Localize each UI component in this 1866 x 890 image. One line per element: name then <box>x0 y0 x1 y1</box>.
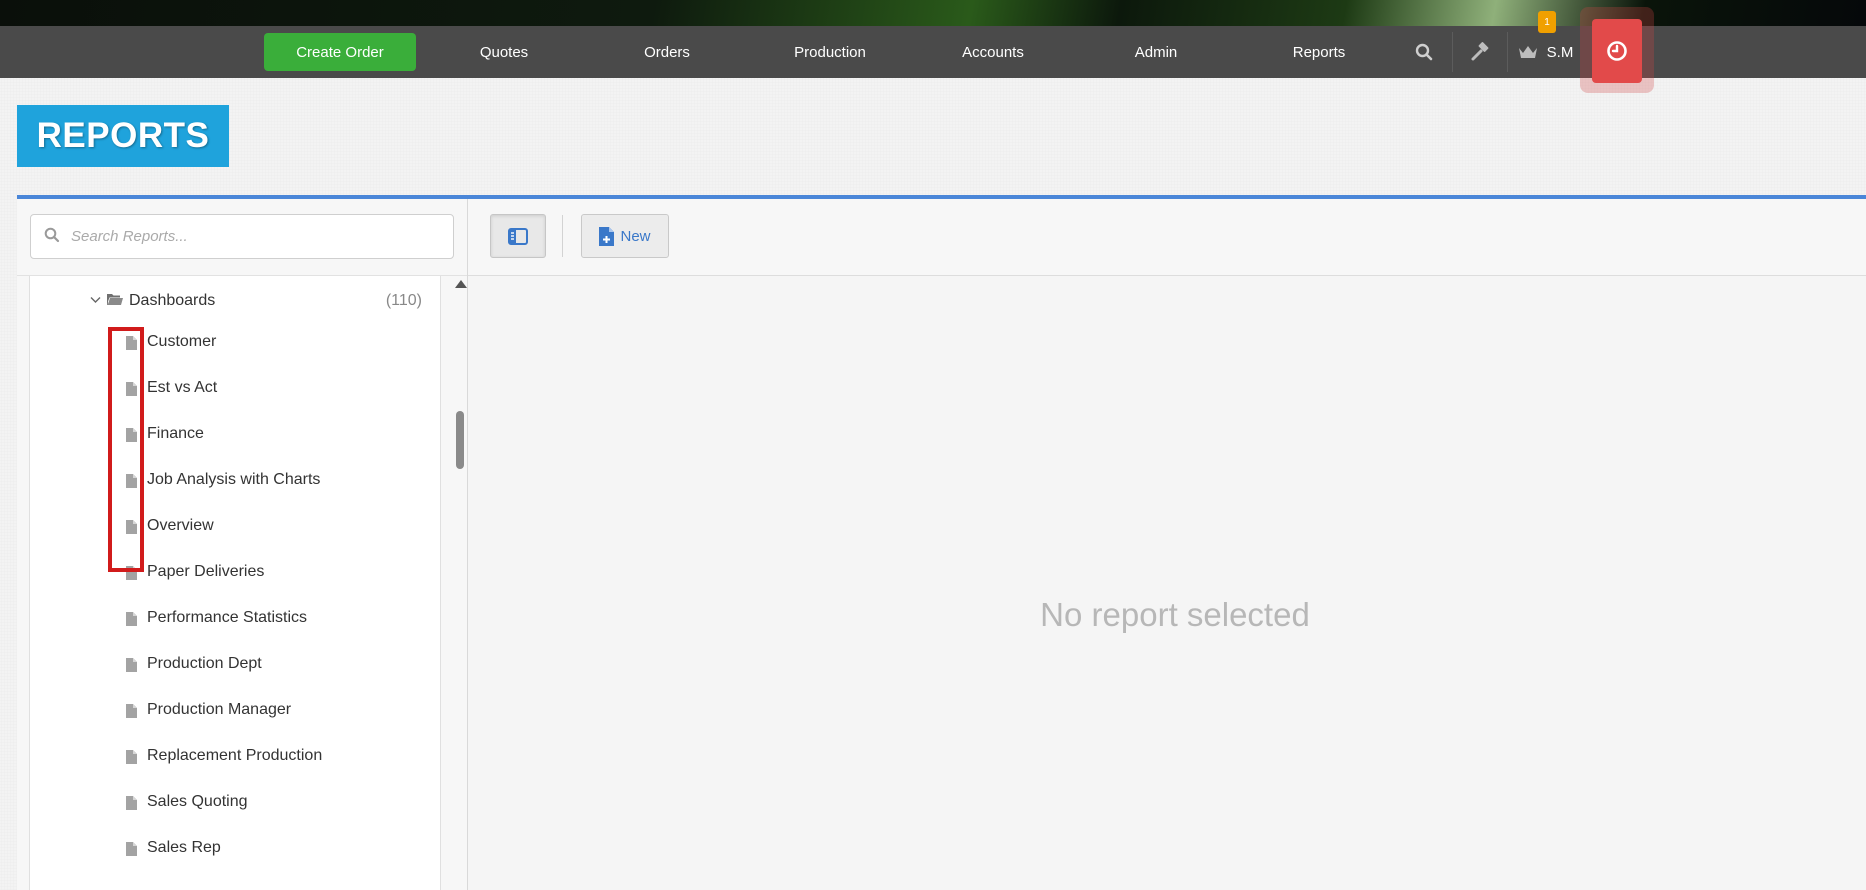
report-item-label: Replacement Production <box>147 747 323 764</box>
reports-toolbar: New <box>468 199 1866 276</box>
report-item-label: Production Manager <box>147 701 292 718</box>
report-item-label: Finance <box>147 425 204 442</box>
file-icon <box>126 474 137 488</box>
page-title: REPORTS <box>17 105 229 167</box>
nav-orders[interactable]: Orders <box>603 26 731 78</box>
report-item-overview[interactable]: Overview <box>30 512 440 542</box>
user-initials: S.M <box>1546 43 1574 61</box>
file-icon <box>126 428 137 442</box>
report-item-label: Sales Quoting <box>147 793 248 810</box>
report-item-label: Overview <box>147 517 214 534</box>
report-item-label: Production Dept <box>147 655 262 672</box>
new-file-icon <box>599 226 615 246</box>
file-icon <box>126 336 137 350</box>
sidebar-toggle-icon <box>508 227 528 245</box>
tree-folder-dashboards[interactable]: Dashboards (110) <box>30 286 440 316</box>
report-item-est-vs-act[interactable]: Est vs Act <box>30 374 440 404</box>
report-item-sales-quoting[interactable]: Sales Quoting <box>30 788 440 818</box>
tree-scrollbar[interactable] <box>453 276 467 890</box>
file-icon <box>126 750 137 764</box>
nav-reports[interactable]: Reports <box>1255 26 1383 78</box>
file-icon <box>126 566 137 580</box>
new-button-label: New <box>620 227 651 245</box>
file-icon <box>126 658 137 672</box>
file-icon <box>126 842 137 856</box>
file-icon <box>126 382 137 396</box>
report-item-sales-rep[interactable]: Sales Rep <box>30 834 440 864</box>
search-reports-input[interactable] <box>69 215 443 258</box>
user-menu[interactable]: S.M <box>1512 26 1578 78</box>
report-item-label: Performance Statistics <box>147 609 308 626</box>
nav-accounts[interactable]: Accounts <box>929 26 1057 78</box>
report-item-production-dept[interactable]: Production Dept <box>30 650 440 680</box>
chevron-down-icon[interactable] <box>90 296 101 304</box>
crown-icon <box>1518 46 1537 58</box>
notification-badge: 1 <box>1538 11 1556 33</box>
nav-separator <box>1507 32 1508 72</box>
report-item-label: Paper Deliveries <box>147 563 265 580</box>
clock-icon <box>1607 41 1627 61</box>
file-icon <box>126 796 137 810</box>
report-item-production-manager[interactable]: Production Manager <box>30 696 440 726</box>
folder-open-icon <box>107 294 123 305</box>
create-order-button[interactable]: Create Order <box>264 33 416 71</box>
scroll-thumb[interactable] <box>456 411 464 469</box>
report-item-paper-deliveries[interactable]: Paper Deliveries <box>30 558 440 588</box>
nav-production[interactable]: Production <box>766 26 894 78</box>
report-content-area: No report selected <box>468 276 1866 890</box>
nav-separator <box>1452 32 1453 72</box>
tools-button[interactable] <box>1460 26 1500 78</box>
report-item-finance[interactable]: Finance <box>30 420 440 450</box>
folder-label: Dashboards <box>129 292 216 309</box>
nav-quotes[interactable]: Quotes <box>440 26 568 78</box>
file-icon <box>126 612 137 626</box>
report-item-label: Customer <box>147 333 217 350</box>
search-icon <box>1415 43 1433 61</box>
folder-count: (110) <box>385 292 422 309</box>
file-icon <box>126 704 137 718</box>
toggle-sidebar-button[interactable] <box>490 214 546 258</box>
report-item-job-analysis[interactable]: Job Analysis with Charts <box>30 466 440 496</box>
search-box <box>30 214 454 259</box>
time-clock-button[interactable] <box>1592 19 1642 83</box>
search-icon <box>44 227 60 243</box>
nav-admin[interactable]: Admin <box>1092 26 1220 78</box>
report-item-customer[interactable]: Customer <box>30 328 440 358</box>
new-report-button[interactable]: New <box>581 214 669 258</box>
toolbar-separator <box>562 215 563 257</box>
search-button[interactable] <box>1404 26 1444 78</box>
report-item-performance-statistics[interactable]: Performance Statistics <box>30 604 440 634</box>
scroll-up-arrow-icon[interactable] <box>455 280 467 288</box>
report-item-replacement-production[interactable]: Replacement Production <box>30 742 440 772</box>
hammer-icon <box>1471 42 1489 61</box>
empty-state-message: No report selected <box>1040 596 1310 633</box>
report-item-label: Job Analysis with Charts <box>147 471 321 488</box>
reports-sidebar: Dashboards (110) Customer Est vs Act Fin… <box>17 199 468 890</box>
report-item-label: Sales Rep <box>147 839 221 856</box>
file-icon <box>126 520 137 534</box>
report-tree: Dashboards (110) Customer Est vs Act Fin… <box>29 276 441 890</box>
report-item-label: Est vs Act <box>147 379 218 396</box>
